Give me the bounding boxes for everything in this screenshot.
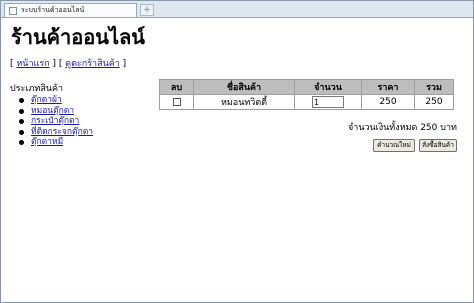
delete-checkbox[interactable] [172, 97, 181, 106]
bullet-icon [19, 98, 24, 103]
category-item: ตุ๊กตาผ้า [19, 95, 93, 106]
new-tab-button[interactable]: + [140, 4, 154, 16]
top-nav: [ หน้าแรก ] [ ดูตะกร้าสินค้า ] [10, 56, 126, 70]
category-item: หมอนตุ๊กตา [19, 106, 93, 117]
browser-window: ระบบร้านค้าออนไลน์ + ร้านค้าออนไลน์ [ หน… [0, 0, 474, 303]
tab-title: ระบบร้านค้าออนไลน์ [21, 6, 85, 14]
nav-bracket-close: ] [119, 59, 127, 69]
tab-bar: ระบบร้านค้าออนไลน์ + [1, 1, 473, 18]
bullet-icon [19, 129, 24, 135]
category-heading: ประเภทสินค้า [10, 84, 64, 94]
category-link[interactable]: กระเป๋าตุ๊กตา [31, 116, 79, 126]
home-link[interactable]: หน้าแรก [16, 59, 49, 69]
category-list: ตุ๊กตาผ้า หมอนตุ๊กตา กระเป๋าตุ๊กตา ที่ติ… [19, 95, 93, 148]
header-delete: ลบ [160, 80, 193, 94]
cart-table: ลบ ชื่อสินค้า จำนวน ราคา รวม หมอนทวิตตี้… [159, 79, 454, 110]
category-link[interactable]: ตุ๊กตาผ้า [31, 95, 62, 105]
page-content: ร้านค้าออนไลน์ [ หน้าแรก ] [ ดูตะกร้าสิน… [1, 18, 473, 302]
category-link[interactable]: ที่ติดกระจกตุ๊กตา [31, 127, 93, 137]
cart-header-row: ลบ ชื่อสินค้า จำนวน ราคา รวม [160, 80, 453, 94]
category-item: ที่ติดกระจกตุ๊กตา [19, 127, 93, 138]
header-price: ราคา [362, 80, 414, 94]
place-order-button[interactable]: สั่งซื้อสินค้า [419, 139, 457, 152]
qty-cell [295, 95, 361, 109]
product-name: หมอนทวิตตี้ [194, 95, 294, 109]
delete-cell [160, 95, 193, 109]
header-sum: รวม [415, 80, 453, 94]
page-title: ร้านค้าออนไลน์ [11, 25, 145, 49]
browser-tab[interactable]: ระบบร้านค้าออนไลน์ [4, 3, 137, 17]
page-icon [9, 7, 17, 15]
nav-separator: ] [ [49, 59, 66, 69]
bullet-icon [19, 140, 24, 145]
category-item: กระเป๋าตุ๊กตา [19, 116, 93, 127]
category-link[interactable]: หมอนตุ๊กตา [31, 106, 74, 116]
bullet-icon [19, 108, 24, 114]
price-cell: 250 [362, 95, 414, 109]
bullet-icon [19, 119, 24, 124]
header-qty: จำนวน [295, 80, 361, 94]
table-row: หมอนทวิตตี้ 250 250 [160, 95, 453, 109]
sum-cell: 250 [415, 95, 453, 109]
category-item: ตุ๊กตาหมี [19, 137, 93, 148]
category-link[interactable]: ตุ๊กตาหมี [31, 137, 63, 147]
header-name: ชื่อสินค้า [194, 80, 294, 94]
cart-total: จำนวนเงินทั้งหมด 250 บาท [348, 123, 457, 133]
quantity-input[interactable] [312, 96, 344, 108]
view-cart-link[interactable]: ดูตะกร้าสินค้า [65, 59, 120, 69]
recalculate-button[interactable]: คำนวณใหม่ [373, 139, 415, 152]
